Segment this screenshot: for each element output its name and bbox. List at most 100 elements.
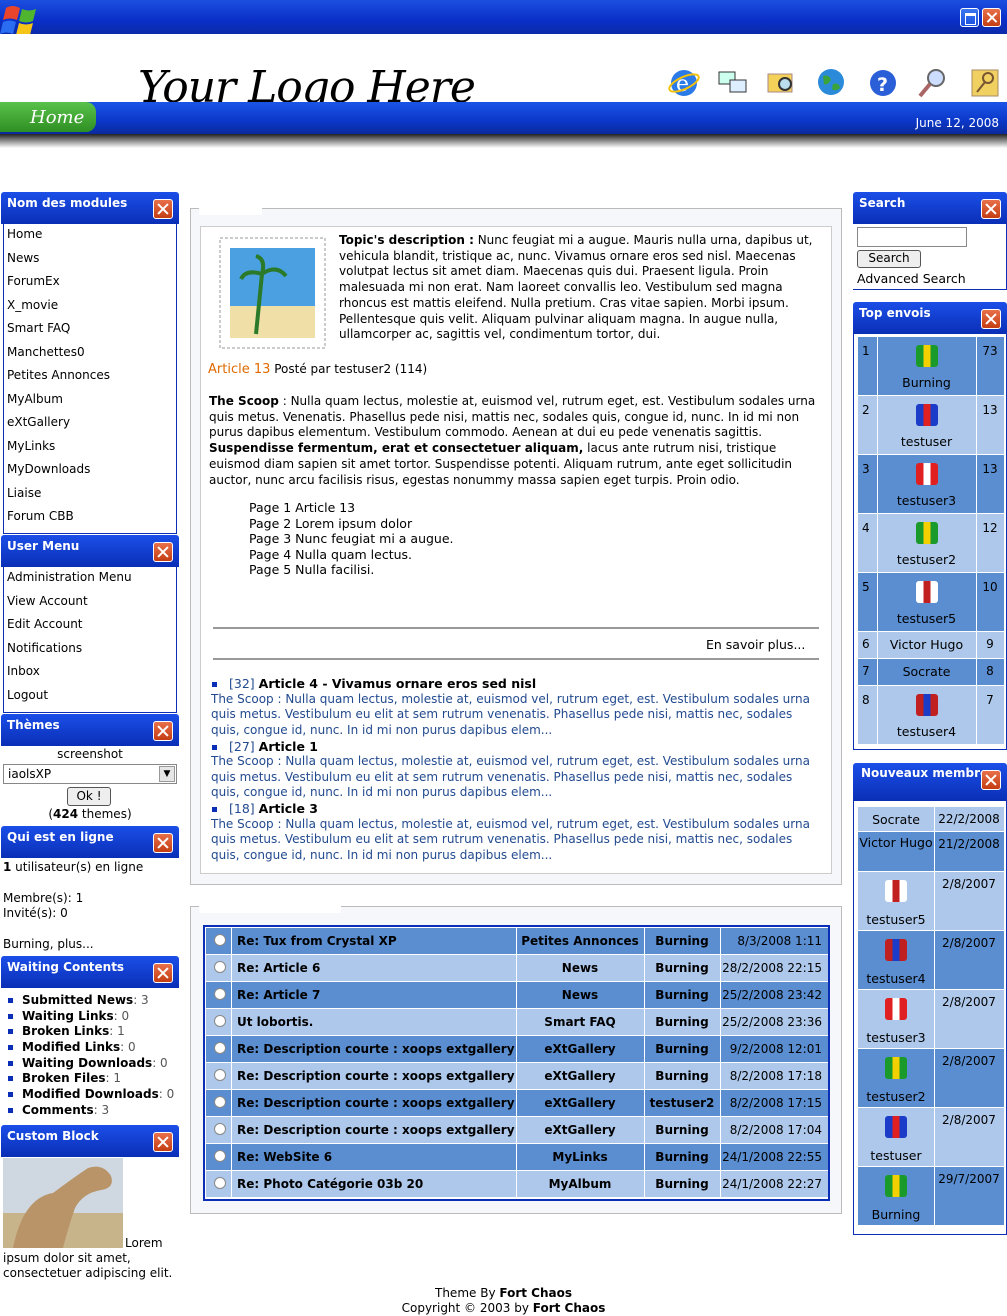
read-more-link[interactable]: En savoir plus... xyxy=(706,637,805,652)
member-name[interactable]: testuser3 xyxy=(858,1030,934,1045)
module-link[interactable]: Home xyxy=(4,224,176,248)
radio-icon[interactable] xyxy=(214,1177,226,1189)
maximize-button[interactable] xyxy=(960,8,979,27)
radio-icon[interactable] xyxy=(214,1015,226,1027)
close-window-button[interactable] xyxy=(982,8,1001,27)
comment-title[interactable]: Re: WebSite 6 xyxy=(237,1150,332,1164)
module-link[interactable]: ForumEx xyxy=(4,271,176,295)
comment-row[interactable]: Re: Article 6 News Burning 28/2/2008 22:15 xyxy=(206,955,828,982)
waiting-item-label[interactable]: Modified Links xyxy=(22,1040,120,1054)
waiting-item-label[interactable]: Submitted News xyxy=(22,993,133,1007)
comment-title[interactable]: Re: Description courte : xoops extgaller… xyxy=(237,1069,515,1083)
network-icon[interactable] xyxy=(716,66,750,100)
comment-poster[interactable]: Burning xyxy=(644,1150,720,1164)
page-link[interactable]: Page 3 Nunc feugiat mi a augue. xyxy=(249,531,454,547)
article-title[interactable]: Article 4 - Vivamus ornare eros sed nisl xyxy=(259,676,536,691)
comment-title[interactable]: Re: Description courte : xoops extgaller… xyxy=(237,1042,515,1056)
comment-row[interactable]: Re: Description courte : xoops extgaller… xyxy=(206,1117,828,1144)
comment-module[interactable]: eXtGallery xyxy=(516,1123,644,1137)
comment-row[interactable]: Re: Description courte : xoops extgaller… xyxy=(206,1090,828,1117)
radio-icon[interactable] xyxy=(214,1150,226,1162)
uploader-name[interactable]: testuser xyxy=(877,434,976,449)
comment-module[interactable]: MyAlbum xyxy=(516,1177,644,1191)
comment-title[interactable]: Re: Description courte : xoops extgaller… xyxy=(237,1123,515,1137)
theme-select[interactable]: iaolsXP ▼ xyxy=(3,764,177,784)
waiting-item-label[interactable]: Comments xyxy=(22,1103,94,1117)
article-title[interactable]: Article 1 xyxy=(259,739,318,754)
comment-poster[interactable]: Burning xyxy=(644,1069,720,1083)
waiting-item-label[interactable]: Waiting Downloads xyxy=(22,1056,152,1070)
module-link[interactable]: X_movie xyxy=(4,295,176,319)
new-member-row[interactable]: testuser4 2/8/2007 xyxy=(858,931,1004,989)
member-name[interactable]: Socrate xyxy=(858,812,934,827)
comment-row[interactable]: Re: Photo Catégorie 03b 20 MyAlbum Burning… xyxy=(206,1171,828,1198)
new-member-row[interactable]: Burning 29/7/2007 xyxy=(858,1167,1004,1225)
member-name[interactable]: testuser5 xyxy=(858,912,934,927)
module-link[interactable]: MyAlbum xyxy=(4,389,176,413)
page-link[interactable]: Page 2 Lorem ipsum dolor xyxy=(249,516,454,532)
waiting-item-label[interactable]: Broken Links xyxy=(22,1024,109,1038)
comment-row[interactable]: Ut lobortis. Smart FAQ Burning 25/2/2008 23… xyxy=(206,1009,828,1036)
user-menu-link[interactable]: Inbox xyxy=(4,661,176,685)
top-envois-row[interactable]: 6 Victor Hugo 9 xyxy=(858,632,1004,658)
comment-poster[interactable]: Burning xyxy=(644,961,720,975)
article-link[interactable]: Article 13 xyxy=(208,362,270,377)
module-link[interactable]: News xyxy=(4,248,176,272)
radio-icon[interactable] xyxy=(214,961,226,973)
top-envois-row[interactable]: 1 Burning 73 xyxy=(858,337,1004,395)
comment-row[interactable]: Re: WebSite 6 MyLinks Burning 24/1/2008 22:… xyxy=(206,1144,828,1171)
new-member-row[interactable]: Victor Hugo 21/2/2008 xyxy=(858,832,1004,871)
close-icon[interactable] xyxy=(153,833,173,853)
module-link[interactable]: Smart FAQ xyxy=(4,318,176,342)
member-name[interactable]: Victor Hugo xyxy=(858,835,934,850)
close-icon[interactable] xyxy=(981,309,1001,329)
uploader-name[interactable]: Socrate xyxy=(877,664,976,679)
close-icon[interactable] xyxy=(153,542,173,562)
radio-icon[interactable] xyxy=(214,1042,226,1054)
user-menu-link[interactable]: View Account xyxy=(4,591,176,615)
radio-icon[interactable] xyxy=(214,988,226,1000)
comment-module[interactable]: MyLinks xyxy=(516,1150,644,1164)
waiting-item-label[interactable]: Broken Files xyxy=(22,1071,106,1085)
comment-module[interactable]: News xyxy=(516,988,644,1002)
internet-explorer-icon[interactable]: e xyxy=(667,66,701,100)
search-button[interactable]: Search xyxy=(857,250,921,268)
module-link[interactable]: Forum CBB xyxy=(4,506,176,530)
ok-button[interactable]: Ok ! xyxy=(67,787,111,806)
page-link[interactable]: Page 5 Nulla facilisi. xyxy=(249,562,454,578)
article-title[interactable]: Article 3 xyxy=(259,801,318,816)
help-icon[interactable]: ? xyxy=(866,66,900,100)
close-icon[interactable] xyxy=(981,199,1001,219)
chevron-down-icon[interactable]: ▼ xyxy=(159,766,175,782)
top-envois-row[interactable]: 5 testuser5 10 xyxy=(858,573,1004,631)
comment-row[interactable]: Re: Article 7 News Burning 25/2/2008 23:42 xyxy=(206,982,828,1009)
top-envois-row[interactable]: 8 testuser4 7 xyxy=(858,686,1004,744)
radio-icon[interactable] xyxy=(214,1123,226,1135)
waiting-item-label[interactable]: Waiting Links xyxy=(22,1009,114,1023)
advanced-search-link[interactable]: Advanced Search xyxy=(857,271,966,286)
key-icon[interactable] xyxy=(968,66,1002,100)
close-icon[interactable] xyxy=(153,1132,173,1152)
comment-module[interactable]: News xyxy=(516,961,644,975)
uploader-name[interactable]: Burning xyxy=(877,375,976,390)
comment-poster[interactable]: Burning xyxy=(644,988,720,1002)
close-icon[interactable] xyxy=(153,963,173,983)
search-icon[interactable] xyxy=(916,66,950,100)
comment-title[interactable]: Re: Photo Catégorie 03b 20 xyxy=(237,1177,423,1191)
home-button[interactable]: Home xyxy=(0,102,96,132)
comment-poster[interactable]: Burning xyxy=(644,1015,720,1029)
online-users-link[interactable]: Burning, plus... xyxy=(3,937,94,951)
uploader-name[interactable]: testuser5 xyxy=(877,611,976,626)
comment-poster[interactable]: Burning xyxy=(644,1042,720,1056)
new-member-row[interactable]: testuser3 2/8/2007 xyxy=(858,990,1004,1048)
comment-title[interactable]: Re: Article 6 xyxy=(237,961,320,975)
comment-row[interactable]: Re: Tux from Crystal XP Petites Annonces B… xyxy=(206,928,828,955)
module-link[interactable]: Liaise xyxy=(4,483,176,507)
top-envois-row[interactable]: 7 Socrate 8 xyxy=(858,659,1004,685)
module-link[interactable]: MyLinks xyxy=(4,436,176,460)
comment-poster[interactable]: Burning xyxy=(644,1123,720,1137)
radio-icon[interactable] xyxy=(214,1069,226,1081)
top-envois-row[interactable]: 3 testuser3 13 xyxy=(858,455,1004,513)
comment-title[interactable]: Ut lobortis. xyxy=(237,1015,313,1029)
member-name[interactable]: testuser xyxy=(858,1148,934,1163)
